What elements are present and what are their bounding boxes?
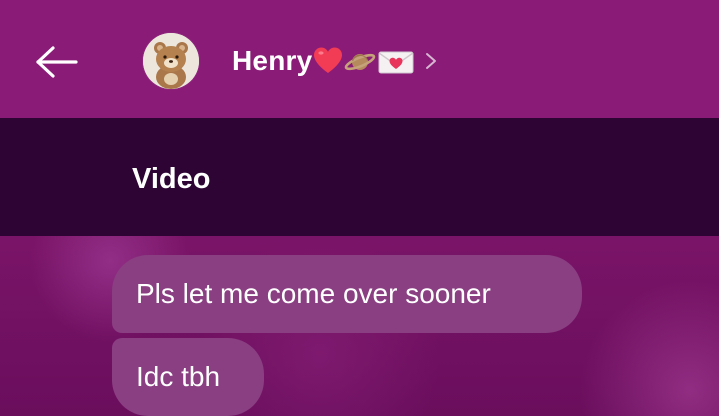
chevron-right-icon[interactable]: [424, 51, 438, 71]
message-text: Idc tbh: [136, 361, 221, 392]
video-banner[interactable]: [0, 118, 719, 236]
love-letter-emoji: [378, 51, 414, 74]
avatar[interactable]: [143, 33, 199, 89]
message-bubble[interactable]: Idc tbh: [112, 338, 264, 416]
chat-header: Henry: [0, 0, 719, 118]
video-label[interactable]: Video: [132, 161, 210, 197]
contact-name[interactable]: Henry: [232, 44, 312, 78]
back-arrow-icon: [36, 46, 78, 78]
message-text: Pls let me come over sooner: [136, 278, 491, 309]
back-button[interactable]: [28, 38, 84, 86]
name-emojis[interactable]: [313, 46, 417, 76]
planet-emoji: [344, 53, 376, 71]
message-bubble[interactable]: Pls let me come over sooner: [112, 255, 582, 333]
heart-emoji: [314, 47, 342, 73]
teddy-bear-avatar: [143, 33, 199, 89]
